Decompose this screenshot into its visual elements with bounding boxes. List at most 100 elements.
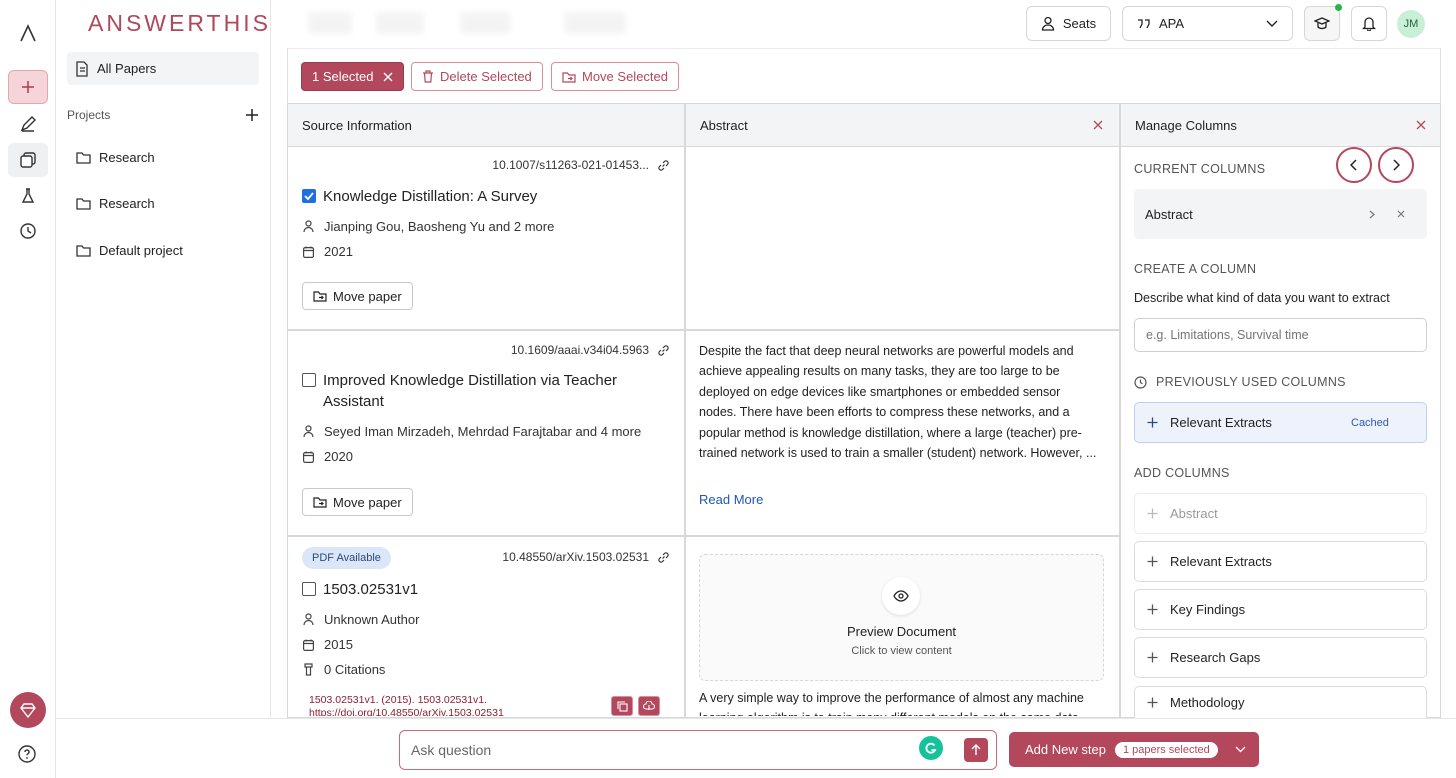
column-divider xyxy=(684,104,686,717)
sidebar-item-project[interactable]: Default project xyxy=(76,243,183,258)
grammarly-icon[interactable] xyxy=(919,736,943,760)
preview-document-card[interactable]: Preview Document Click to view content xyxy=(699,554,1104,681)
row-checkbox[interactable] xyxy=(302,189,316,203)
create-column-description: Describe what kind of data you want to e… xyxy=(1134,291,1390,305)
current-column-item[interactable]: Abstract xyxy=(1134,189,1427,239)
row-divider xyxy=(288,329,1120,331)
chevron-right-icon[interactable] xyxy=(1369,210,1375,219)
ask-question-input[interactable]: Ask question xyxy=(399,730,997,770)
add-column-methodology[interactable]: Methodology xyxy=(1134,686,1427,718)
blurred-tab xyxy=(460,12,510,34)
sidebar-item-project[interactable]: Research xyxy=(76,150,155,165)
add-new-step-button[interactable]: Add New step 1 papers selected xyxy=(1009,732,1259,767)
row-checkbox[interactable] xyxy=(302,373,316,387)
previous-column-label: Relevant Extracts xyxy=(1170,415,1272,430)
delete-selected-button[interactable]: Delete Selected xyxy=(411,62,543,91)
calendar-icon xyxy=(303,246,314,258)
move-paper-button[interactable]: Move paper xyxy=(302,282,413,310)
quote-icon xyxy=(1138,18,1150,28)
projects-label: Projects xyxy=(67,108,111,122)
doi-text: 10.1007/s11263-021-01453... xyxy=(492,158,649,172)
blurred-tab xyxy=(376,12,424,34)
library-icon[interactable] xyxy=(8,143,48,177)
add-column-relevant-extracts[interactable]: Relevant Extracts xyxy=(1134,541,1427,582)
close-panel-icon[interactable] xyxy=(1416,120,1426,130)
abstract-text: Despite the fact that deep neural networ… xyxy=(699,344,1097,461)
close-icon[interactable] xyxy=(383,72,393,82)
sidebar-item-all-papers[interactable]: All Papers xyxy=(67,52,259,85)
chevron-down-icon xyxy=(1266,20,1278,27)
current-columns-heading: CURRENT COLUMNS xyxy=(1134,162,1266,176)
flask-icon[interactable] xyxy=(8,179,48,213)
person-icon xyxy=(303,425,314,438)
move-folder-icon xyxy=(313,291,327,302)
link-icon[interactable] xyxy=(657,159,670,172)
row-checkbox[interactable] xyxy=(302,582,316,596)
column-header-label: Abstract xyxy=(700,117,748,133)
export-citation-button[interactable] xyxy=(638,696,660,716)
project-label: Default project xyxy=(99,243,183,258)
add-column-label: Abstract xyxy=(1170,506,1218,521)
add-project-icon[interactable] xyxy=(245,108,259,122)
add-step-label: Add New step xyxy=(1025,742,1106,757)
year-text: 2020 xyxy=(324,449,353,464)
copy-icon xyxy=(616,700,628,712)
premium-gem-icon[interactable] xyxy=(10,692,46,728)
pencil-icon[interactable] xyxy=(8,107,48,141)
current-column-label: Abstract xyxy=(1145,206,1193,222)
scroll-right-button[interactable] xyxy=(1378,147,1414,183)
authors-text: Seyed Iman Mirzadeh, Mehrdad Farajtabar … xyxy=(324,424,642,439)
graduation-cap-button[interactable] xyxy=(1304,4,1342,41)
papers-selected-badge: 1 papers selected xyxy=(1114,741,1218,758)
copy-citation-button[interactable] xyxy=(611,696,633,716)
add-column-key-findings[interactable]: Key Findings xyxy=(1134,589,1427,630)
trash-icon xyxy=(423,70,433,83)
sidebar-item-project[interactable]: Research xyxy=(76,196,155,211)
previously-used-heading: PREVIOUSLY USED COLUMNS xyxy=(1134,375,1346,389)
send-button[interactable] xyxy=(964,738,988,762)
cloud-icon xyxy=(643,701,655,710)
seats-button[interactable]: Seats xyxy=(1026,6,1111,41)
previously-used-label: PREVIOUSLY USED COLUMNS xyxy=(1156,375,1346,389)
plus-icon xyxy=(1147,417,1158,428)
column-header-manage: Manage Columns xyxy=(1121,104,1440,147)
close-column-icon[interactable] xyxy=(1093,120,1103,130)
column-header-source: Source Information xyxy=(288,104,684,147)
authors-text: Jianping Gou, Baosheng Yu and 2 more xyxy=(324,219,555,234)
citation-quote-icon xyxy=(304,663,313,676)
citation-style-select[interactable]: APA xyxy=(1122,6,1293,41)
document-icon xyxy=(76,60,88,77)
history-clock-icon[interactable] xyxy=(8,214,48,248)
move-selected-button[interactable]: Move Selected xyxy=(551,62,679,91)
plus-icon xyxy=(1147,697,1158,708)
history-clock-icon xyxy=(1134,375,1147,389)
paper-title[interactable]: Improved Knowledge Distillation via Teac… xyxy=(323,370,663,412)
logo-icon[interactable] xyxy=(8,16,48,50)
chevron-down-icon[interactable] xyxy=(1235,746,1246,753)
add-column-label: Key Findings xyxy=(1170,602,1246,617)
read-more-link[interactable]: Read More xyxy=(699,492,763,507)
previous-column-item[interactable]: Relevant Extracts Cached xyxy=(1134,402,1427,443)
calendar-icon xyxy=(303,451,314,463)
create-column-input[interactable] xyxy=(1134,318,1427,352)
avatar[interactable]: JM xyxy=(1397,10,1425,38)
notifications-button[interactable] xyxy=(1351,6,1387,41)
new-plus-icon[interactable] xyxy=(8,70,48,104)
bell-icon xyxy=(1362,17,1376,31)
scroll-left-button[interactable] xyxy=(1336,147,1372,183)
link-icon[interactable] xyxy=(657,551,670,564)
remove-column-icon[interactable] xyxy=(1397,210,1405,218)
folder-icon xyxy=(76,152,91,164)
plus-icon xyxy=(1147,652,1158,663)
add-column-research-gaps[interactable]: Research Gaps xyxy=(1134,637,1427,678)
paper-title[interactable]: 1503.02531v1 xyxy=(323,579,418,600)
move-paper-button[interactable]: Move paper xyxy=(302,488,413,516)
selected-count-chip[interactable]: 1 Selected xyxy=(301,62,405,91)
preview-subtitle: Click to view content xyxy=(851,645,952,657)
paper-title[interactable]: Knowledge Distillation: A Survey xyxy=(323,186,537,207)
authors-text: Unknown Author xyxy=(324,612,420,627)
project-label: Research xyxy=(99,150,155,165)
help-icon[interactable] xyxy=(17,744,37,764)
link-icon[interactable] xyxy=(657,344,670,357)
add-column-abstract: Abstract xyxy=(1134,493,1427,534)
